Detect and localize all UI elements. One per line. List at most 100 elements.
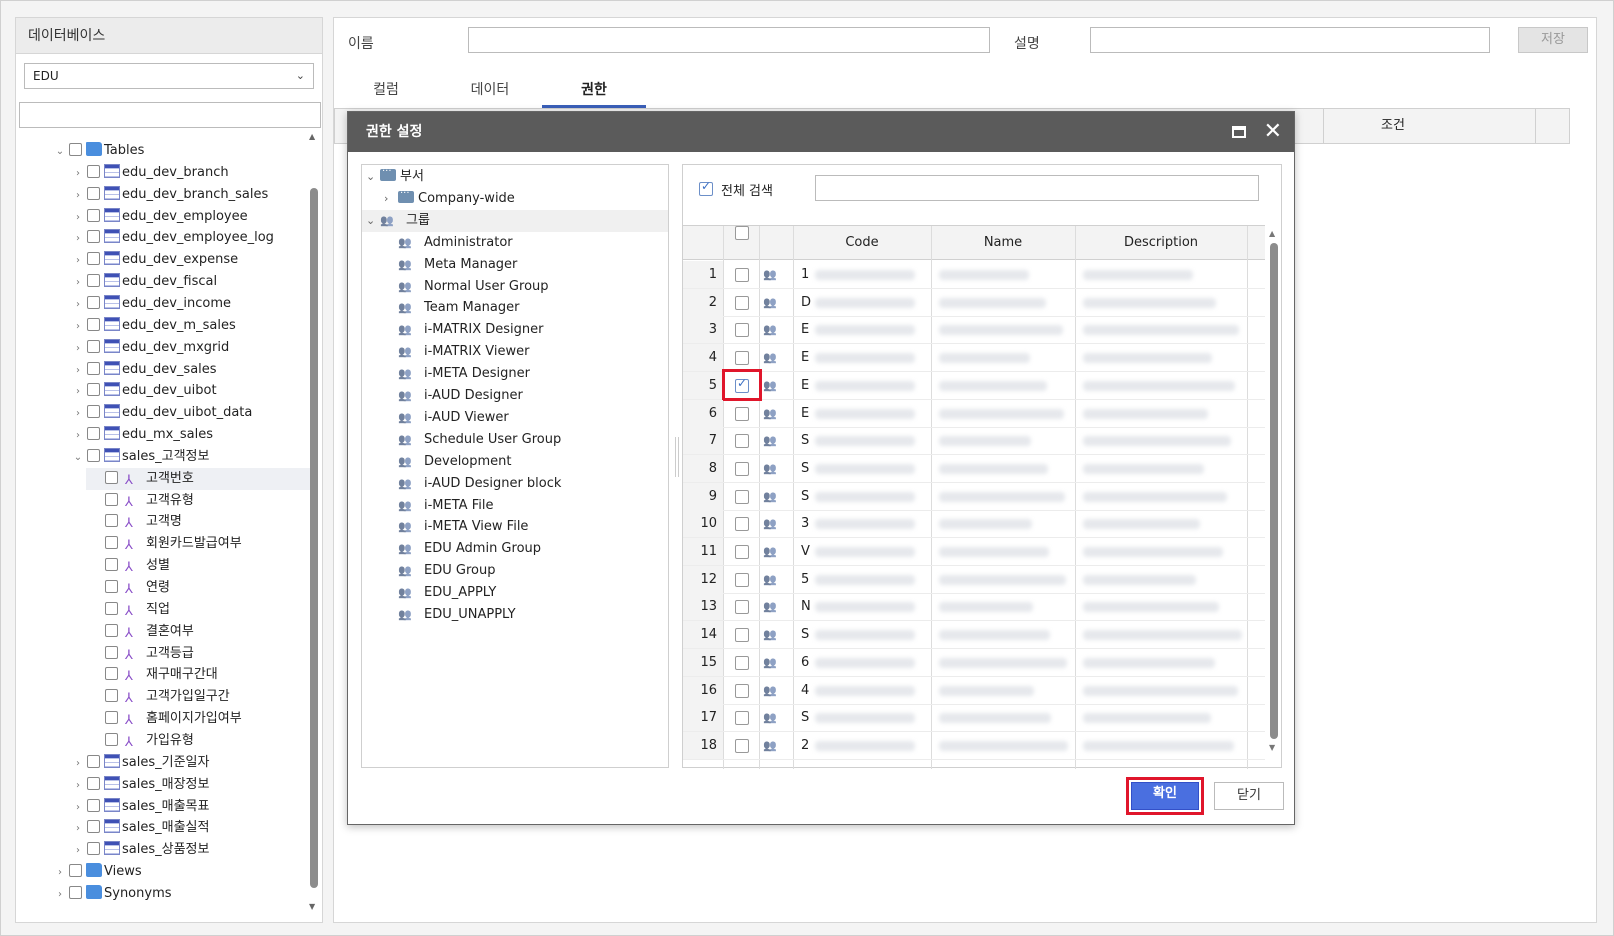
name-column-header[interactable]: Name (931, 226, 1075, 260)
scroll-up-icon[interactable]: ▲ (1269, 229, 1275, 238)
row-checkbox[interactable] (735, 489, 749, 504)
expand-right-icon[interactable]: › (72, 250, 84, 272)
row-checkbox[interactable] (735, 600, 749, 615)
tree-node[interactable]: ⅄ 성별 (86, 555, 312, 577)
row-checkbox[interactable] (735, 711, 749, 726)
tab-data[interactable]: 데이터 (438, 76, 542, 108)
member-grid-scrollbar[interactable]: ▲ ▼ (1269, 229, 1279, 757)
scroll-up-icon[interactable]: ▲ (309, 132, 315, 141)
name-input[interactable] (468, 27, 990, 53)
expand-right-icon[interactable]: › (72, 840, 84, 862)
tree-checkbox[interactable] (87, 252, 100, 266)
row-checkbox[interactable] (735, 572, 749, 587)
group-tree-node[interactable]: 👥 i-META Designer (362, 363, 668, 385)
table-row[interactable]: 15 👥 6 (683, 648, 1265, 677)
tree-checkbox[interactable] (87, 339, 100, 353)
tree-checkbox[interactable] (105, 470, 118, 484)
tree-node[interactable]: › sales_기준일자 (72, 752, 209, 774)
table-row[interactable]: 5 👥 E (683, 371, 1265, 400)
tree-checkbox[interactable] (69, 885, 82, 899)
tree-node[interactable]: ⅄ 연령 (86, 577, 312, 599)
tree-node[interactable]: ⅄ 고객등급 (86, 643, 312, 665)
tree-node[interactable]: › sales_매출실적 (72, 817, 209, 839)
tree-node[interactable]: ⅄ 홈페이지가입여부 (86, 708, 312, 730)
expand-right-icon[interactable]: › (54, 884, 66, 906)
tree-checkbox[interactable] (87, 405, 100, 419)
expand-right-icon[interactable]: › (72, 294, 84, 316)
tree-checkbox[interactable] (87, 274, 100, 288)
table-row[interactable]: 8 👥 S (683, 454, 1265, 483)
tree-node[interactable]: ⅄ 고객명 (86, 511, 312, 533)
scroll-down-icon[interactable]: ▼ (1269, 743, 1275, 752)
expand-right-icon[interactable]: › (384, 188, 398, 210)
tree-node[interactable]: ⅄ 재구매구간대 (86, 664, 312, 686)
row-checkbox[interactable] (735, 628, 749, 643)
table-row[interactable]: 2 👥 D (683, 288, 1265, 317)
table-row[interactable]: 13 👥 N (683, 593, 1265, 622)
tree-search-input[interactable] (19, 102, 321, 128)
tree-node[interactable]: ⅄ 결혼여부 (86, 621, 312, 643)
table-row[interactable]: 3 👥 E (683, 316, 1265, 345)
group-tree-node[interactable]: 👥 i-AUD Designer block (362, 473, 668, 495)
tree-checkbox[interactable] (87, 448, 100, 462)
group-tree-node[interactable]: › Company-wide (362, 183, 668, 210)
expand-right-icon[interactable]: › (72, 425, 84, 447)
tree-checkbox[interactable] (87, 820, 100, 834)
tree-checkbox[interactable] (87, 317, 100, 331)
group-tree-node[interactable]: 👥 i-MATRIX Viewer (362, 341, 668, 363)
tree-checkbox[interactable] (87, 798, 100, 812)
tree-node[interactable]: › edu_dev_employee_log (72, 227, 274, 249)
search-all-checkbox[interactable] (699, 179, 713, 198)
tree-node[interactable]: › edu_dev_m_sales (72, 315, 236, 337)
tree-checkbox[interactable] (105, 689, 118, 703)
row-checkbox[interactable] (735, 406, 749, 421)
tree-node[interactable]: › edu_dev_branch (72, 162, 229, 184)
table-row[interactable]: 14 👥 S (683, 621, 1265, 650)
tree-checkbox[interactable] (87, 776, 100, 790)
tree-checkbox[interactable] (87, 754, 100, 768)
expand-down-icon[interactable]: ⌄ (366, 210, 380, 232)
group-tree-node[interactable]: 👥 i-MATRIX Designer (362, 319, 668, 341)
tree-checkbox[interactable] (105, 711, 118, 725)
tree-checkbox[interactable] (105, 514, 118, 528)
expand-right-icon[interactable]: › (72, 316, 84, 338)
tree-checkbox[interactable] (105, 601, 118, 615)
tree-checkbox[interactable] (87, 383, 100, 397)
group-tree-node[interactable]: 👥 EDU Group (362, 560, 668, 582)
tree-node[interactable]: › Views (54, 861, 142, 883)
expand-down-icon[interactable]: ⌄ (54, 141, 66, 163)
group-tree-node[interactable]: 👥 Meta Manager (362, 254, 668, 276)
expand-right-icon[interactable]: › (72, 775, 84, 797)
expand-right-icon[interactable]: › (72, 163, 84, 185)
tree-node[interactable]: ⌄ sales_고객정보 (72, 446, 209, 468)
maximize-icon[interactable] (1232, 126, 1246, 138)
tree-checkbox[interactable] (105, 645, 118, 659)
tree-node[interactable]: ⅄ 직업 (86, 599, 312, 621)
table-row[interactable]: 9 👥 S (683, 482, 1265, 511)
group-tree-node[interactable]: 👥 Schedule User Group (362, 429, 668, 451)
group-tree-node[interactable]: 👥 Normal User Group (362, 276, 668, 298)
table-row[interactable]: 6 👥 E (683, 399, 1265, 428)
group-tree-node[interactable]: 👥 i-META File (362, 495, 668, 517)
expand-right-icon[interactable]: › (72, 228, 84, 250)
group-tree-node[interactable]: 👥 EDU_UNAPPLY (362, 604, 668, 626)
tree-checkbox[interactable] (69, 864, 82, 878)
expand-right-icon[interactable]: › (72, 360, 84, 382)
expand-right-icon[interactable]: › (72, 797, 84, 819)
tree-node[interactable]: › edu_dev_uibot (72, 380, 217, 402)
code-column-header[interactable]: Code (793, 226, 931, 260)
expand-right-icon[interactable]: › (72, 338, 84, 360)
tree-checkbox[interactable] (105, 623, 118, 637)
expand-down-icon[interactable]: ⌄ (72, 447, 84, 469)
description-input[interactable] (1090, 27, 1490, 53)
row-checkbox[interactable] (735, 295, 749, 310)
table-row[interactable]: 7 👥 S (683, 427, 1265, 456)
row-checkbox[interactable] (735, 351, 749, 366)
tree-node[interactable]: ⌄ Tables (54, 140, 144, 162)
tree-node[interactable]: ⅄ 고객가입일구간 (86, 686, 312, 708)
tree-checkbox[interactable] (105, 732, 118, 746)
group-tree-node[interactable]: 👥 EDU_APPLY (362, 582, 668, 604)
table-row[interactable]: 16 👥 4 (683, 676, 1265, 705)
tree-node[interactable]: ⅄ 회원카드발급여부 (86, 533, 312, 555)
table-row[interactable]: 1 👥 1 (683, 261, 1265, 289)
